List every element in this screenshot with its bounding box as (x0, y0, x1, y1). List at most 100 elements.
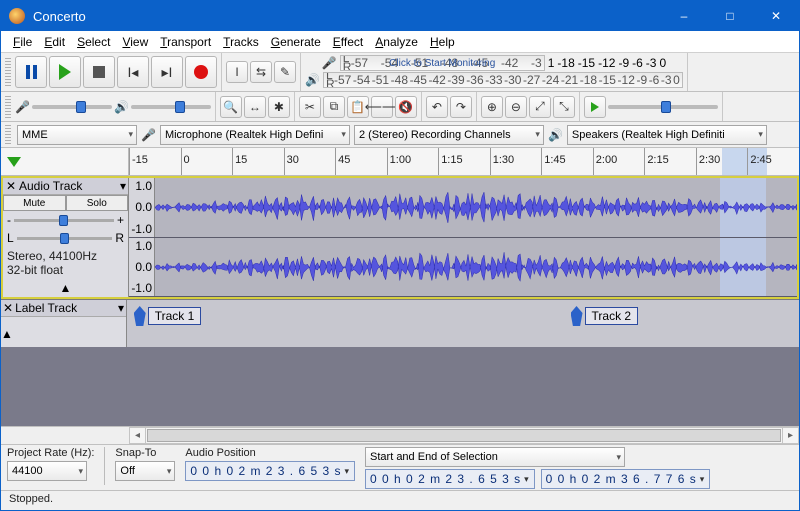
track-collapse-icon[interactable]: ▲ (1, 317, 126, 341)
mute-button[interactable]: Mute (3, 195, 66, 211)
menu-generate[interactable]: Generate (265, 33, 327, 51)
recording-channels-combo[interactable]: 2 (Stereo) Recording Channels (354, 125, 544, 145)
cut-icon[interactable]: ✂ (299, 96, 321, 118)
playback-device-combo[interactable]: Speakers (Realtek High Definiti (567, 125, 767, 145)
skip-to-end-button[interactable]: ▸I (151, 56, 183, 88)
recording-volume-slider[interactable] (32, 105, 112, 109)
play-at-speed-button[interactable] (584, 96, 606, 118)
grip-icon[interactable] (5, 58, 11, 86)
silence-icon[interactable]: 🔇 (395, 96, 417, 118)
grip-icon[interactable] (5, 125, 11, 145)
draw-tool-icon[interactable]: ✎ (274, 61, 296, 83)
redo-icon[interactable]: ↷ (450, 96, 472, 118)
status-bar: Stopped. (1, 490, 799, 510)
menu-effect[interactable]: Effect (327, 33, 369, 51)
gain-slider[interactable]: -+ (7, 213, 124, 227)
label-text[interactable]: Track 1 (148, 307, 202, 325)
pan-slider[interactable]: LR (7, 231, 124, 245)
label-text[interactable]: Track 2 (585, 307, 639, 325)
zoom-in-icon[interactable]: ⊕ (481, 96, 503, 118)
maximize-button[interactable]: □ (707, 1, 753, 31)
rec-meter-toolbar: 🎤 LR -57-54-51-48-45-42-3 Click to Start… (301, 53, 688, 91)
track-menu-icon[interactable]: ▾ (120, 179, 126, 193)
menu-file[interactable]: File (7, 33, 38, 51)
audio-position-field[interactable]: 0 0 h 0 2 m 2 3 . 6 5 3 s▾ (185, 461, 355, 481)
solo-button[interactable]: Solo (66, 195, 129, 211)
record-button[interactable] (185, 56, 217, 88)
track-close-icon[interactable]: ✕ (3, 301, 13, 315)
waveform-channel-left[interactable]: 1.00.0-1.0 (129, 178, 797, 238)
close-button[interactable]: ✕ (753, 1, 799, 31)
trim-icon[interactable]: ⟵⟶ (371, 96, 393, 118)
track-close-icon[interactable]: ✕ (5, 179, 17, 193)
track-name[interactable]: Audio Track (19, 179, 118, 193)
recording-device-combo[interactable]: Microphone (Realtek High Defini (160, 125, 350, 145)
copy-icon[interactable]: ⧉ (323, 96, 345, 118)
mixer-toolbar: 🎤 🔊 (1, 92, 216, 121)
timeshift-tool-icon[interactable]: ↔ (244, 96, 266, 118)
playback-meter[interactable]: LR -57-54-51-48-45-42-39-36-33-30-27-24-… (323, 72, 683, 88)
track-collapse-icon[interactable]: ▲ (3, 279, 128, 297)
waveform-area[interactable]: 1.00.0-1.0 1.00.0-1.0 (129, 178, 797, 297)
selection-start-field[interactable]: 0 0 h 0 2 m 2 3 . 6 5 3 s▾ (365, 469, 535, 489)
audio-host-combo[interactable]: MME (17, 125, 137, 145)
snap-to-label: Snap-To (115, 447, 175, 459)
menubar: FileEditSelectViewTransportTracksGenerat… (1, 31, 799, 53)
multi-tool-icon[interactable]: ✱ (268, 96, 290, 118)
playback-speed-slider[interactable] (608, 105, 718, 109)
playhead-triangle-icon[interactable] (7, 157, 21, 167)
label-pin-icon[interactable] (134, 306, 146, 326)
menu-transport[interactable]: Transport (154, 33, 217, 51)
track-name[interactable]: Label Track (15, 301, 116, 315)
snap-to-combo[interactable]: Off (115, 461, 175, 481)
edit-toolbar: ✂ ⧉ 📋 ⟵⟶ 🔇 (295, 92, 422, 121)
mic-icon: 🎤 (322, 56, 337, 70)
tools-toolbar-2: 🔍 ↔ ✱ (216, 92, 295, 121)
timeline: -1501530451:001:151:301:452:002:152:302:… (1, 148, 799, 176)
vertical-scale: 1.00.0-1.0 (129, 178, 155, 237)
waveform-channel-right[interactable]: 1.00.0-1.0 (129, 238, 797, 298)
label-lane[interactable]: Track 1 Track 2 (127, 300, 799, 347)
project-rate-combo[interactable]: 44100 (7, 461, 87, 481)
device-toolbar: MME 🎤 Microphone (Realtek High Defini 2 … (1, 122, 799, 148)
label-marker[interactable]: Track 1 (134, 306, 202, 326)
play-button[interactable] (49, 56, 81, 88)
zoom-tool-icon[interactable]: 🔍 (220, 96, 242, 118)
menu-help[interactable]: Help (424, 33, 461, 51)
speaker-icon: 🔊 (548, 128, 563, 142)
selection-mode-combo[interactable]: Start and End of Selection (365, 447, 625, 467)
undo-icon[interactable]: ↶ (426, 96, 448, 118)
pause-button[interactable] (15, 56, 47, 88)
menu-edit[interactable]: Edit (38, 33, 71, 51)
menu-view[interactable]: View (116, 33, 154, 51)
menu-select[interactable]: Select (71, 33, 116, 51)
selection-end-field[interactable]: 0 0 h 0 2 m 3 6 . 7 7 6 s▾ (541, 469, 711, 489)
menu-tracks[interactable]: Tracks (217, 33, 265, 51)
grip-icon[interactable] (5, 96, 11, 118)
track-control-panel: ✕ Audio Track ▾ Mute Solo -+ LR Stereo, … (3, 178, 129, 297)
label-marker[interactable]: Track 2 (571, 306, 639, 326)
fit-project-icon[interactable]: ⤡ (553, 96, 575, 118)
label-pin-icon[interactable] (571, 306, 583, 326)
selection-tool-icon[interactable]: I (226, 61, 248, 83)
horizontal-scrollbar[interactable]: ◂ ▸ (1, 426, 799, 444)
speaker-icon: 🔊 (305, 73, 320, 87)
track-menu-icon[interactable]: ▾ (118, 301, 124, 315)
recording-meter[interactable]: LR -57-54-51-48-45-42-3 Click to Start M… (340, 55, 545, 71)
playback-volume-slider[interactable] (131, 105, 211, 109)
tools-toolbar: I ⇆ ✎ (222, 53, 301, 91)
scroll-left-icon[interactable]: ◂ (130, 428, 146, 443)
menu-analyze[interactable]: Analyze (369, 33, 424, 51)
transport-toolbar: I◂ ▸I (1, 53, 222, 91)
skip-to-start-button[interactable]: I◂ (117, 56, 149, 88)
zoom-out-icon[interactable]: ⊖ (505, 96, 527, 118)
undo-toolbar: ↶ ↷ (422, 92, 477, 121)
fit-selection-icon[interactable]: ⤢ (529, 96, 551, 118)
scrollbar-thumb[interactable] (147, 429, 781, 442)
minimize-button[interactable]: – (661, 1, 707, 31)
envelope-tool-icon[interactable]: ⇆ (250, 61, 272, 83)
monitor-hint[interactable]: Click to Start Monitoring (341, 58, 544, 69)
timeline-ruler[interactable]: -1501530451:001:151:301:452:002:152:302:… (129, 148, 799, 175)
stop-button[interactable] (83, 56, 115, 88)
scroll-right-icon[interactable]: ▸ (782, 428, 798, 443)
